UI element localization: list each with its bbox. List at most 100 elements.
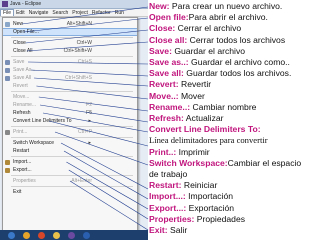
menu-item-label: Close All: [13, 48, 33, 54]
legend-key: Move..:: [149, 90, 179, 101]
legend-line: Convert Line Delimiters To:: [149, 124, 261, 134]
legend-value: de trabajo: [149, 169, 188, 179]
menu-refactor[interactable]: Refactor: [90, 10, 113, 16]
menu-item-label: Move...: [13, 94, 30, 100]
legend-value: Revertir: [178, 79, 212, 90]
menu-item-label: Refresh: [13, 110, 31, 116]
menu-item-label: Export...: [13, 167, 32, 173]
media-icon[interactable]: [23, 231, 30, 239]
menu-search[interactable]: Search: [50, 10, 70, 16]
legend-key: Import...:: [149, 191, 186, 202]
legend-key: Close all:: [149, 34, 188, 45]
legend-value: Guardar el archivo: [171, 45, 246, 56]
explorer-icon[interactable]: [8, 231, 15, 239]
legend-value: Cerrar el archivo: [175, 23, 242, 34]
taskbar: [0, 230, 148, 240]
new-icon: [5, 21, 10, 27]
file-menu-item-rename: Rename... F2: [3, 101, 137, 109]
menu-item-label: New: [13, 21, 24, 27]
legend-line: Print..: Imprimir: [149, 147, 210, 157]
menu-navigate[interactable]: Navigate: [27, 10, 51, 16]
menu-item-shortcut: Ctrl+S: [77, 59, 92, 65]
legend-text: New: Para crear un nuevo archivo. Open fi…: [149, 1, 319, 239]
menu-item-label: Convert Line Delimiters To: [13, 118, 72, 124]
file-menu-item-import[interactable]: Import...: [3, 158, 137, 166]
menu-item-shortcut: Ctrl+P: [77, 129, 92, 135]
word-icon[interactable]: [83, 231, 90, 239]
legend-key: Exit:: [149, 225, 168, 235]
save-all-icon: [5, 75, 10, 81]
legend-key: Save all:: [149, 68, 184, 79]
menu-item-label: Rename...: [13, 102, 37, 108]
menu-item-shortcut: Ctrl+Shift+S: [65, 75, 92, 81]
folder-icon[interactable]: [53, 231, 60, 239]
legend-key: Save:: [149, 45, 172, 56]
legend-key: Restart:: [149, 180, 182, 191]
legend-value: Cerrar todos los archivos: [187, 34, 286, 45]
file-menu-item-new[interactable]: New Alt+Shift+N: [3, 20, 137, 28]
file-menu-item-switch-workspace[interactable]: Switch Workspace ▸: [3, 139, 137, 147]
menu-project[interactable]: Project: [70, 10, 90, 16]
menu-item-shortcut: F2: [86, 102, 92, 108]
menu-item-label: Properties: [13, 178, 36, 184]
file-menu-item-restart[interactable]: Restart: [3, 147, 137, 155]
file-menu-item-close-all[interactable]: Close All Ctrl+Shift+W: [3, 47, 137, 55]
menu-item-label: Revert: [13, 83, 28, 89]
menu-separator: [11, 91, 133, 92]
legend-line: Properties: Propiedades: [149, 214, 245, 224]
menu-edit[interactable]: Edit: [14, 10, 27, 16]
legend-value: Propiedades: [194, 213, 246, 224]
legend-line: Save as..: Guardar el archivo como..: [149, 57, 290, 67]
print-icon: [5, 129, 10, 135]
menu-bar: File Edit Navigate Search Project Refactor Run: [0, 9, 148, 17]
menu-item-shortcut: Ctrl+Shift+W: [63, 48, 92, 54]
title-bar: Java - Eclipse: [0, 0, 148, 9]
chrome-icon[interactable]: [38, 231, 45, 239]
file-menu-item-save: Save Ctrl+S: [3, 58, 137, 66]
export-icon: [5, 167, 10, 173]
legend-value: Línea delimitadores para convertir: [149, 135, 268, 146]
legend-line: Revert: Revertir: [149, 79, 211, 89]
file-menu-item-open-file[interactable]: Open File...: [3, 28, 137, 36]
menu-item-label: Close: [13, 40, 26, 46]
legend-value: Importación: [185, 191, 234, 202]
menu-separator: [11, 186, 133, 187]
legend-value: Cambiar el espacio: [227, 157, 302, 168]
file-menu-item-print: Print... Ctrl+P: [3, 128, 137, 136]
legend-line: Open file:Para abrir el archivo.: [149, 12, 268, 22]
legend-key: Export...:: [149, 202, 187, 213]
legend-key: Print..:: [149, 146, 177, 157]
legend-line: de trabajo: [149, 169, 187, 179]
legend-line: Move..: Mover: [149, 91, 205, 101]
eclipse-icon[interactable]: [68, 231, 75, 239]
menu-item-label: Import...: [13, 159, 32, 165]
file-menu-item-refresh[interactable]: Refresh F5: [3, 109, 137, 117]
legend-line: Rename..: Cambiar nombre: [149, 102, 256, 112]
legend-key: Revert:: [149, 79, 179, 90]
legend-line: Restart: Reiniciar: [149, 180, 217, 190]
eclipse-screenshot: Java - Eclipse File Edit Navigate Search Pro…: [0, 0, 148, 240]
legend-key: New:: [149, 1, 170, 11]
legend-key: Properties:: [149, 213, 195, 224]
legend-line: Exit: Salir: [149, 225, 187, 235]
legend-key: Rename..:: [149, 101, 191, 112]
menu-run[interactable]: Run: [113, 10, 126, 16]
file-menu-item-convert-line-delimiters-to[interactable]: Convert Line Delimiters To ▸: [3, 117, 137, 125]
legend-line: Export...: Exportación: [149, 203, 234, 213]
legend-value: Reiniciar: [181, 180, 218, 191]
file-menu-item-close[interactable]: Close Ctrl+W: [3, 39, 137, 47]
chevron-right-icon: ▸: [88, 140, 91, 146]
file-menu-item-export[interactable]: Export...: [3, 166, 137, 174]
file-menu-item-move: Move...: [3, 93, 137, 101]
legend-key: Close:: [149, 23, 176, 34]
menu-separator: [11, 56, 133, 57]
legend-line: New: Para crear un nuevo archivo.: [149, 1, 282, 11]
legend-line: Refresh: Actualizar: [149, 113, 224, 123]
chevron-right-icon: ▸: [88, 118, 91, 124]
legend-line: Save all: Guardar todos los archivos.: [149, 68, 291, 78]
legend-value: Imprimir: [176, 146, 210, 157]
legend-value: Exportación: [186, 202, 235, 213]
legend-key: Save as..:: [149, 57, 189, 67]
menu-file[interactable]: File: [0, 9, 15, 16]
file-menu-item-exit[interactable]: Exit: [3, 188, 137, 196]
